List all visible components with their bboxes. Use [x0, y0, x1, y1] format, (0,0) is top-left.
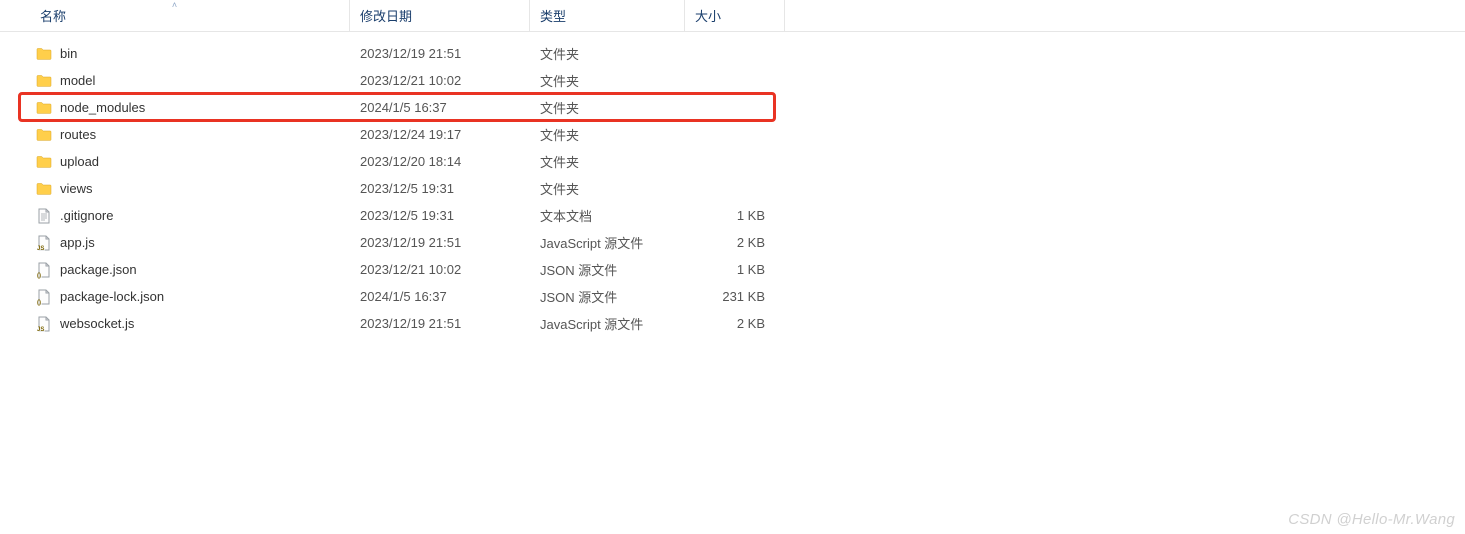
file-list-header: 名称 ˄ 修改日期 类型 大小 [0, 0, 1465, 32]
file-name-label: .gitignore [60, 208, 113, 223]
file-name-label: node_modules [60, 100, 145, 115]
file-type-cell: 文件夹 [530, 152, 685, 171]
json-icon: () [36, 289, 52, 305]
file-row[interactable]: model 2023/12/21 10:02文件夹 [0, 67, 1465, 94]
column-header-date[interactable]: 修改日期 [350, 0, 530, 31]
file-name-label: views [60, 181, 93, 196]
file-name-label: model [60, 73, 95, 88]
file-name-label: app.js [60, 235, 95, 250]
file-row[interactable]: JS app.js 2023/12/19 21:51JavaScript 源文件2 … [0, 229, 1465, 256]
file-date-cell: 2023/12/19 21:51 [350, 235, 530, 250]
file-size-cell: 231 KB [685, 289, 785, 304]
file-name-cell: () package.json [0, 262, 350, 278]
sort-ascending-icon: ˄ [172, 0, 177, 10]
file-row[interactable]: node_modules 2024/1/5 16:37文件夹 [0, 94, 1465, 121]
file-type-cell: JSON 源文件 [530, 287, 685, 306]
folder-icon [36, 46, 52, 62]
file-name-label: upload [60, 154, 99, 169]
file-row[interactable]: () package.json 2023/12/21 10:02JSON 源文件1 … [0, 256, 1465, 283]
file-type-cell: JavaScript 源文件 [530, 233, 685, 252]
file-name-label: routes [60, 127, 96, 142]
watermark-text: CSDN @Hello-Mr.Wang [1288, 511, 1455, 528]
file-date-cell: 2024/1/5 16:37 [350, 289, 530, 304]
file-name-cell: JS app.js [0, 235, 350, 251]
folder-icon [36, 181, 52, 197]
file-row[interactable]: views 2023/12/5 19:31文件夹 [0, 175, 1465, 202]
file-type-cell: 文件夹 [530, 71, 685, 90]
file-date-cell: 2023/12/24 19:17 [350, 127, 530, 142]
file-name-cell: model [0, 73, 350, 89]
file-type-cell: JavaScript 源文件 [530, 314, 685, 333]
file-name-cell: routes [0, 127, 350, 143]
file-name-cell: upload [0, 154, 350, 170]
file-date-cell: 2023/12/5 19:31 [350, 181, 530, 196]
file-row[interactable]: upload 2023/12/20 18:14文件夹 [0, 148, 1465, 175]
file-row[interactable]: () package-lock.json 2024/1/5 16:37JSON 源文… [0, 283, 1465, 310]
file-name-cell: bin [0, 46, 350, 62]
file-type-cell: 文件夹 [530, 44, 685, 63]
column-header-name-label: 名称 [40, 6, 66, 25]
file-date-cell: 2023/12/21 10:02 [350, 73, 530, 88]
file-name-label: bin [60, 46, 77, 61]
column-header-size[interactable]: 大小 [685, 0, 785, 31]
column-header-size-label: 大小 [695, 6, 721, 25]
file-type-cell: 文件夹 [530, 98, 685, 117]
js-icon: JS [36, 316, 52, 332]
file-name-label: package-lock.json [60, 289, 164, 304]
file-row[interactable]: JS websocket.js 2023/12/19 21:51JavaScript… [0, 310, 1465, 337]
file-name-cell: node_modules [0, 100, 350, 116]
column-header-type[interactable]: 类型 [530, 0, 685, 31]
folder-icon [36, 154, 52, 170]
textdoc-icon [36, 208, 52, 224]
file-date-cell: 2023/12/21 10:02 [350, 262, 530, 277]
file-size-cell: 1 KB [685, 208, 785, 223]
file-size-cell: 2 KB [685, 316, 785, 331]
file-type-cell: 文件夹 [530, 125, 685, 144]
file-type-cell: 文本文档 [530, 206, 685, 225]
file-name-cell: views [0, 181, 350, 197]
file-row[interactable]: .gitignore 2023/12/5 19:31文本文档1 KB [0, 202, 1465, 229]
column-header-date-label: 修改日期 [360, 6, 412, 25]
file-name-cell: .gitignore [0, 208, 350, 224]
json-icon: () [36, 262, 52, 278]
file-row[interactable]: routes 2023/12/24 19:17文件夹 [0, 121, 1465, 148]
column-header-type-label: 类型 [540, 6, 566, 25]
file-type-cell: 文件夹 [530, 179, 685, 198]
file-name-cell: () package-lock.json [0, 289, 350, 305]
file-date-cell: 2023/12/20 18:14 [350, 154, 530, 169]
js-icon: JS [36, 235, 52, 251]
file-size-cell: 2 KB [685, 235, 785, 250]
file-type-cell: JSON 源文件 [530, 260, 685, 279]
file-name-cell: JS websocket.js [0, 316, 350, 332]
folder-icon [36, 100, 52, 116]
folder-icon [36, 127, 52, 143]
file-date-cell: 2023/12/19 21:51 [350, 46, 530, 61]
file-date-cell: 2023/12/19 21:51 [350, 316, 530, 331]
file-list-body: bin2023/12/19 21:51文件夹model2023/12/21 10… [0, 32, 1465, 337]
folder-icon [36, 73, 52, 89]
file-name-label: package.json [60, 262, 137, 277]
file-date-cell: 2024/1/5 16:37 [350, 100, 530, 115]
file-row[interactable]: bin 2023/12/19 21:51文件夹 [0, 40, 1465, 67]
file-name-label: websocket.js [60, 316, 134, 331]
file-date-cell: 2023/12/5 19:31 [350, 208, 530, 223]
column-header-name[interactable]: 名称 ˄ [0, 0, 350, 31]
file-size-cell: 1 KB [685, 262, 785, 277]
